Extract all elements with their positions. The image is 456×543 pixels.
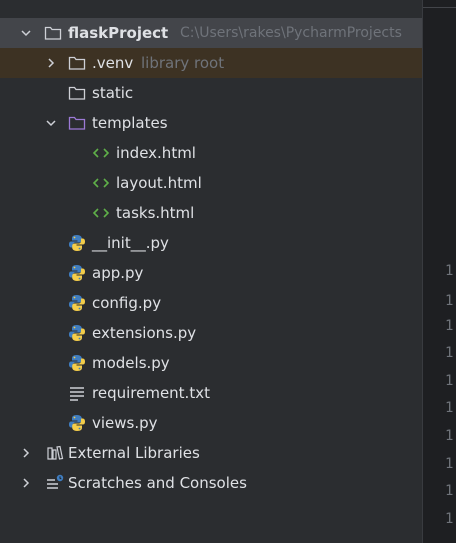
project-tool-window: flaskProject C:\Users\rakes\PycharmProje… xyxy=(0,0,422,543)
tree-item-venv[interactable]: .venv library root xyxy=(0,48,422,78)
html-file-icon xyxy=(92,144,110,162)
html-file-icon xyxy=(92,174,110,192)
tree-item-project-root[interactable]: flaskProject C:\Users\rakes\PycharmProje… xyxy=(0,18,422,48)
line-number: 1 xyxy=(445,483,454,499)
html-file-icon xyxy=(92,204,110,222)
chevron-down-icon[interactable] xyxy=(45,117,57,129)
file-label: index.html xyxy=(116,144,196,162)
folder-icon xyxy=(44,24,62,42)
scratches-icon xyxy=(46,474,64,492)
python-file-icon xyxy=(68,354,86,372)
line-number: 1 xyxy=(445,511,454,527)
python-file-icon xyxy=(68,234,86,252)
tree-item-models-py[interactable]: models.py xyxy=(0,348,422,378)
python-file-icon xyxy=(68,324,86,342)
python-file-icon xyxy=(68,294,86,312)
file-label: requirement.txt xyxy=(92,384,210,402)
line-number: 1 xyxy=(445,456,454,472)
libraries-icon xyxy=(46,444,64,462)
chevron-right-icon[interactable] xyxy=(20,477,32,489)
line-number: 1 xyxy=(445,345,454,361)
scratches-label: Scratches and Consoles xyxy=(68,474,247,492)
file-label: views.py xyxy=(92,414,158,432)
editor-gutter: 1 1 1 1 1 1 1 1 1 1 xyxy=(422,0,456,543)
text-file-icon xyxy=(68,384,86,402)
chevron-right-icon[interactable] xyxy=(20,447,32,459)
line-number: 1 xyxy=(445,428,454,444)
tree-item-templates[interactable]: templates xyxy=(0,108,422,138)
templates-folder-icon xyxy=(68,114,86,132)
file-label: extensions.py xyxy=(92,324,197,342)
file-label: models.py xyxy=(92,354,170,372)
line-number: 1 xyxy=(445,373,454,389)
project-name: flaskProject xyxy=(68,24,169,42)
chevron-down-icon[interactable] xyxy=(20,27,32,39)
templates-label: templates xyxy=(92,114,168,132)
venv-label: .venv xyxy=(92,54,134,72)
tree-item-config-py[interactable]: config.py xyxy=(0,288,422,318)
line-number: 1 xyxy=(445,400,454,416)
tree-item-requirement-txt[interactable]: requirement.txt xyxy=(0,378,422,408)
folder-icon xyxy=(68,54,86,72)
editor-top-divider xyxy=(423,7,456,8)
line-number: 1 xyxy=(445,293,454,309)
python-file-icon xyxy=(68,264,86,282)
tree-item-app-py[interactable]: app.py xyxy=(0,258,422,288)
tree-item-layout-html[interactable]: layout.html xyxy=(0,168,422,198)
tree-item-scratches[interactable]: Scratches and Consoles xyxy=(0,468,422,498)
tree-item-init-py[interactable]: __init__.py xyxy=(0,228,422,258)
file-label: tasks.html xyxy=(116,204,195,222)
tree-item-views-py[interactable]: views.py xyxy=(0,408,422,438)
line-number: 1 xyxy=(445,318,454,334)
line-number: 1 xyxy=(445,263,454,279)
file-label: __init__.py xyxy=(92,234,169,252)
tree-item-static[interactable]: static xyxy=(0,78,422,108)
project-path: C:\Users\rakes\PycharmProjects xyxy=(180,25,402,41)
folder-icon xyxy=(68,84,86,102)
tree-item-index-html[interactable]: index.html xyxy=(0,138,422,168)
file-label: config.py xyxy=(92,294,162,312)
file-label: app.py xyxy=(92,264,144,282)
python-file-icon xyxy=(68,414,86,432)
external-libraries-label: External Libraries xyxy=(68,444,200,462)
tree-item-extensions-py[interactable]: extensions.py xyxy=(0,318,422,348)
venv-hint: library root xyxy=(141,54,225,72)
chevron-right-icon[interactable] xyxy=(45,57,57,69)
static-label: static xyxy=(92,84,134,102)
file-label: layout.html xyxy=(116,174,202,192)
tree-item-external-libraries[interactable]: External Libraries xyxy=(0,438,422,468)
tree-item-tasks-html[interactable]: tasks.html xyxy=(0,198,422,228)
